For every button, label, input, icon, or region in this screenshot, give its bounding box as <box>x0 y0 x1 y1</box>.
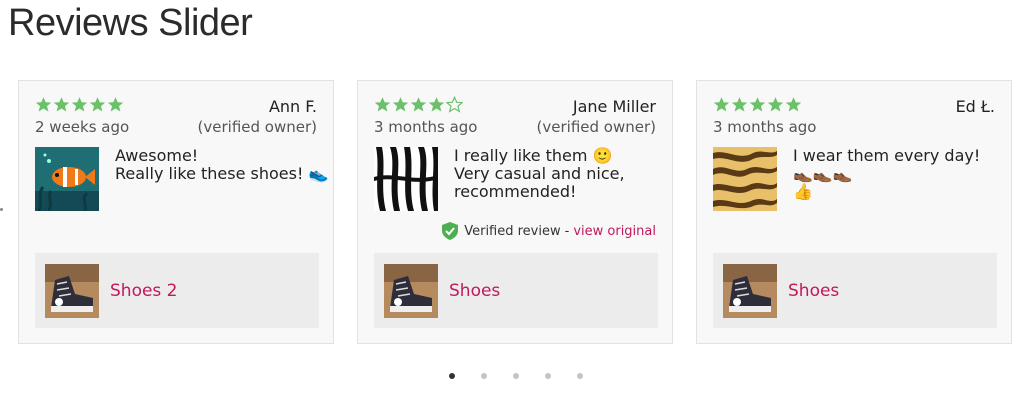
sneaker-image[interactable] <box>384 263 438 318</box>
sneaker-image[interactable] <box>723 263 777 318</box>
star-rating <box>374 96 463 113</box>
star-filled-icon <box>35 97 52 112</box>
separator: - <box>564 223 570 239</box>
star-filled-icon <box>410 97 427 112</box>
star-filled-icon <box>767 97 784 112</box>
review-text-line: 👞👞👞 <box>793 164 853 183</box>
verified-owner-label: (verified owner) <box>197 118 317 136</box>
product-link[interactable]: Shoes <box>713 253 997 328</box>
review-date: 3 months ago <box>374 118 478 136</box>
star-filled-icon <box>749 97 766 112</box>
pagination-dot[interactable] <box>545 373 551 379</box>
tiger-pattern-image[interactable] <box>713 147 777 211</box>
star-rating <box>713 96 802 113</box>
verified-review-label: Verified review <box>464 223 561 239</box>
slider-edge-marker <box>0 208 3 211</box>
review-card: Ed Ł. 3 months ago I wear them every day… <box>696 80 1012 344</box>
product-name[interactable]: Shoes <box>788 281 839 301</box>
star-filled-icon <box>71 97 88 112</box>
review-author: Ann F. <box>268 97 317 116</box>
review-card: Jane Miller 3 months ago (verified owner… <box>357 80 673 344</box>
pagination-dot[interactable] <box>577 373 583 379</box>
pagination-dot[interactable] <box>513 373 519 379</box>
star-filled-icon <box>713 97 730 112</box>
review-text: I wear them every day! 👞👞👞 👍 <box>793 147 998 201</box>
review-text-line: I wear them every day! <box>793 146 981 165</box>
verified-review: Verified review - view original <box>442 222 656 240</box>
slider-pagination <box>449 373 583 379</box>
star-filled-icon <box>89 97 106 112</box>
product-name[interactable]: Shoes 2 <box>110 281 178 301</box>
product-name[interactable]: Shoes <box>449 281 500 301</box>
star-filled-icon <box>53 97 70 112</box>
star-filled-icon <box>731 97 748 112</box>
review-author: Jane Miller <box>572 97 656 116</box>
review-date: 3 months ago <box>713 118 817 136</box>
review-text: I really like them 🙂 Very casual and nic… <box>454 147 659 201</box>
page-title: Reviews Slider <box>8 2 253 44</box>
star-filled-icon <box>374 97 391 112</box>
pagination-dot[interactable] <box>481 373 487 379</box>
review-date: 2 weeks ago <box>35 118 130 136</box>
star-empty-icon <box>446 96 463 113</box>
star-rating <box>35 96 124 113</box>
star-filled-icon <box>785 97 802 112</box>
pagination-dot[interactable] <box>449 373 455 379</box>
reviews-slider[interactable]: Ann F. 2 weeks ago (verified owner) Awes… <box>18 80 1014 346</box>
product-link[interactable]: Shoes 2 <box>35 253 319 328</box>
star-filled-icon <box>428 97 445 112</box>
review-text-line: Awesome! <box>115 146 199 165</box>
review-text-line: 👍 <box>793 182 813 201</box>
review-author: Ed Ł. <box>955 97 995 116</box>
review-card: Ann F. 2 weeks ago (verified owner) Awes… <box>18 80 334 344</box>
product-link[interactable]: Shoes <box>374 253 658 328</box>
review-text: Awesome! Really like these shoes! 👟 <box>115 146 329 183</box>
review-text-line: recommended! <box>454 182 577 201</box>
verified-owner-label: (verified owner) <box>536 118 656 136</box>
sneaker-image[interactable] <box>45 263 99 318</box>
review-text-line: Very casual and nice, <box>454 164 625 183</box>
view-original-link[interactable]: view original <box>573 224 656 239</box>
star-filled-icon <box>392 97 409 112</box>
review-text-line: Really like these shoes! 👟 <box>115 164 329 183</box>
zebra-pattern-image[interactable] <box>374 147 438 211</box>
star-filled-icon <box>107 97 124 112</box>
clownfish-image[interactable] <box>35 147 99 211</box>
shield-check-icon <box>442 222 459 240</box>
review-text-line: I really like them 🙂 <box>454 146 613 165</box>
